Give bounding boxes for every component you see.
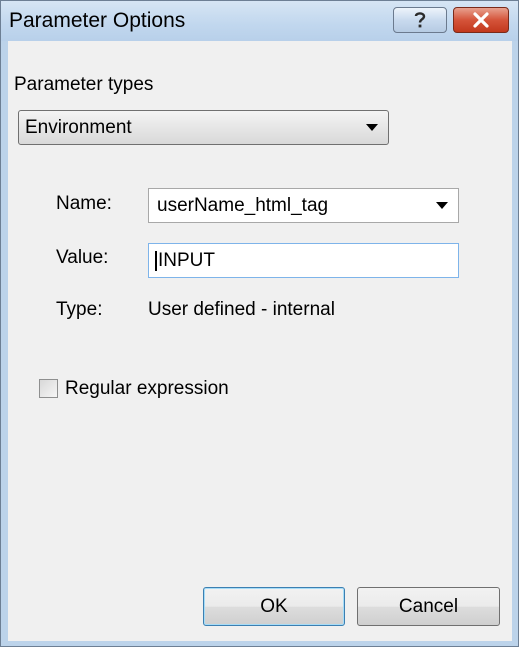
name-dropdown[interactable]: userName_html_tag [148, 188, 459, 223]
value-text: INPUT [158, 249, 215, 271]
cancel-button[interactable]: Cancel [357, 587, 500, 626]
parameter-types-label: Parameter types [14, 74, 154, 95]
close-button[interactable] [453, 7, 509, 33]
parameter-types-dropdown[interactable]: Environment [18, 110, 389, 145]
value-label: Value: [56, 247, 109, 268]
dialog-title: Parameter Options [9, 9, 186, 32]
parameter-options-dialog: Parameter Options Parameter types Enviro… [0, 0, 519, 647]
regular-expression-label[interactable]: Regular expression [65, 378, 229, 400]
question-mark-icon [414, 12, 426, 28]
help-button[interactable] [393, 7, 447, 33]
ok-button[interactable]: OK [203, 587, 345, 626]
parameter-types-selected: Environment [25, 116, 132, 138]
chevron-down-icon [366, 124, 378, 131]
type-value: User defined - internal [148, 299, 335, 320]
name-label: Name: [56, 193, 112, 214]
text-caret [155, 250, 157, 271]
value-input[interactable]: INPUT [148, 243, 459, 278]
chevron-down-icon [436, 202, 448, 209]
title-bar[interactable]: Parameter Options [1, 1, 518, 41]
name-selected: userName_html_tag [157, 194, 329, 216]
type-label: Type: [56, 299, 103, 320]
dialog-body: Parameter types Environment Name: userNa… [8, 41, 512, 641]
close-x-icon [473, 12, 489, 28]
regular-expression-checkbox[interactable] [39, 379, 58, 398]
